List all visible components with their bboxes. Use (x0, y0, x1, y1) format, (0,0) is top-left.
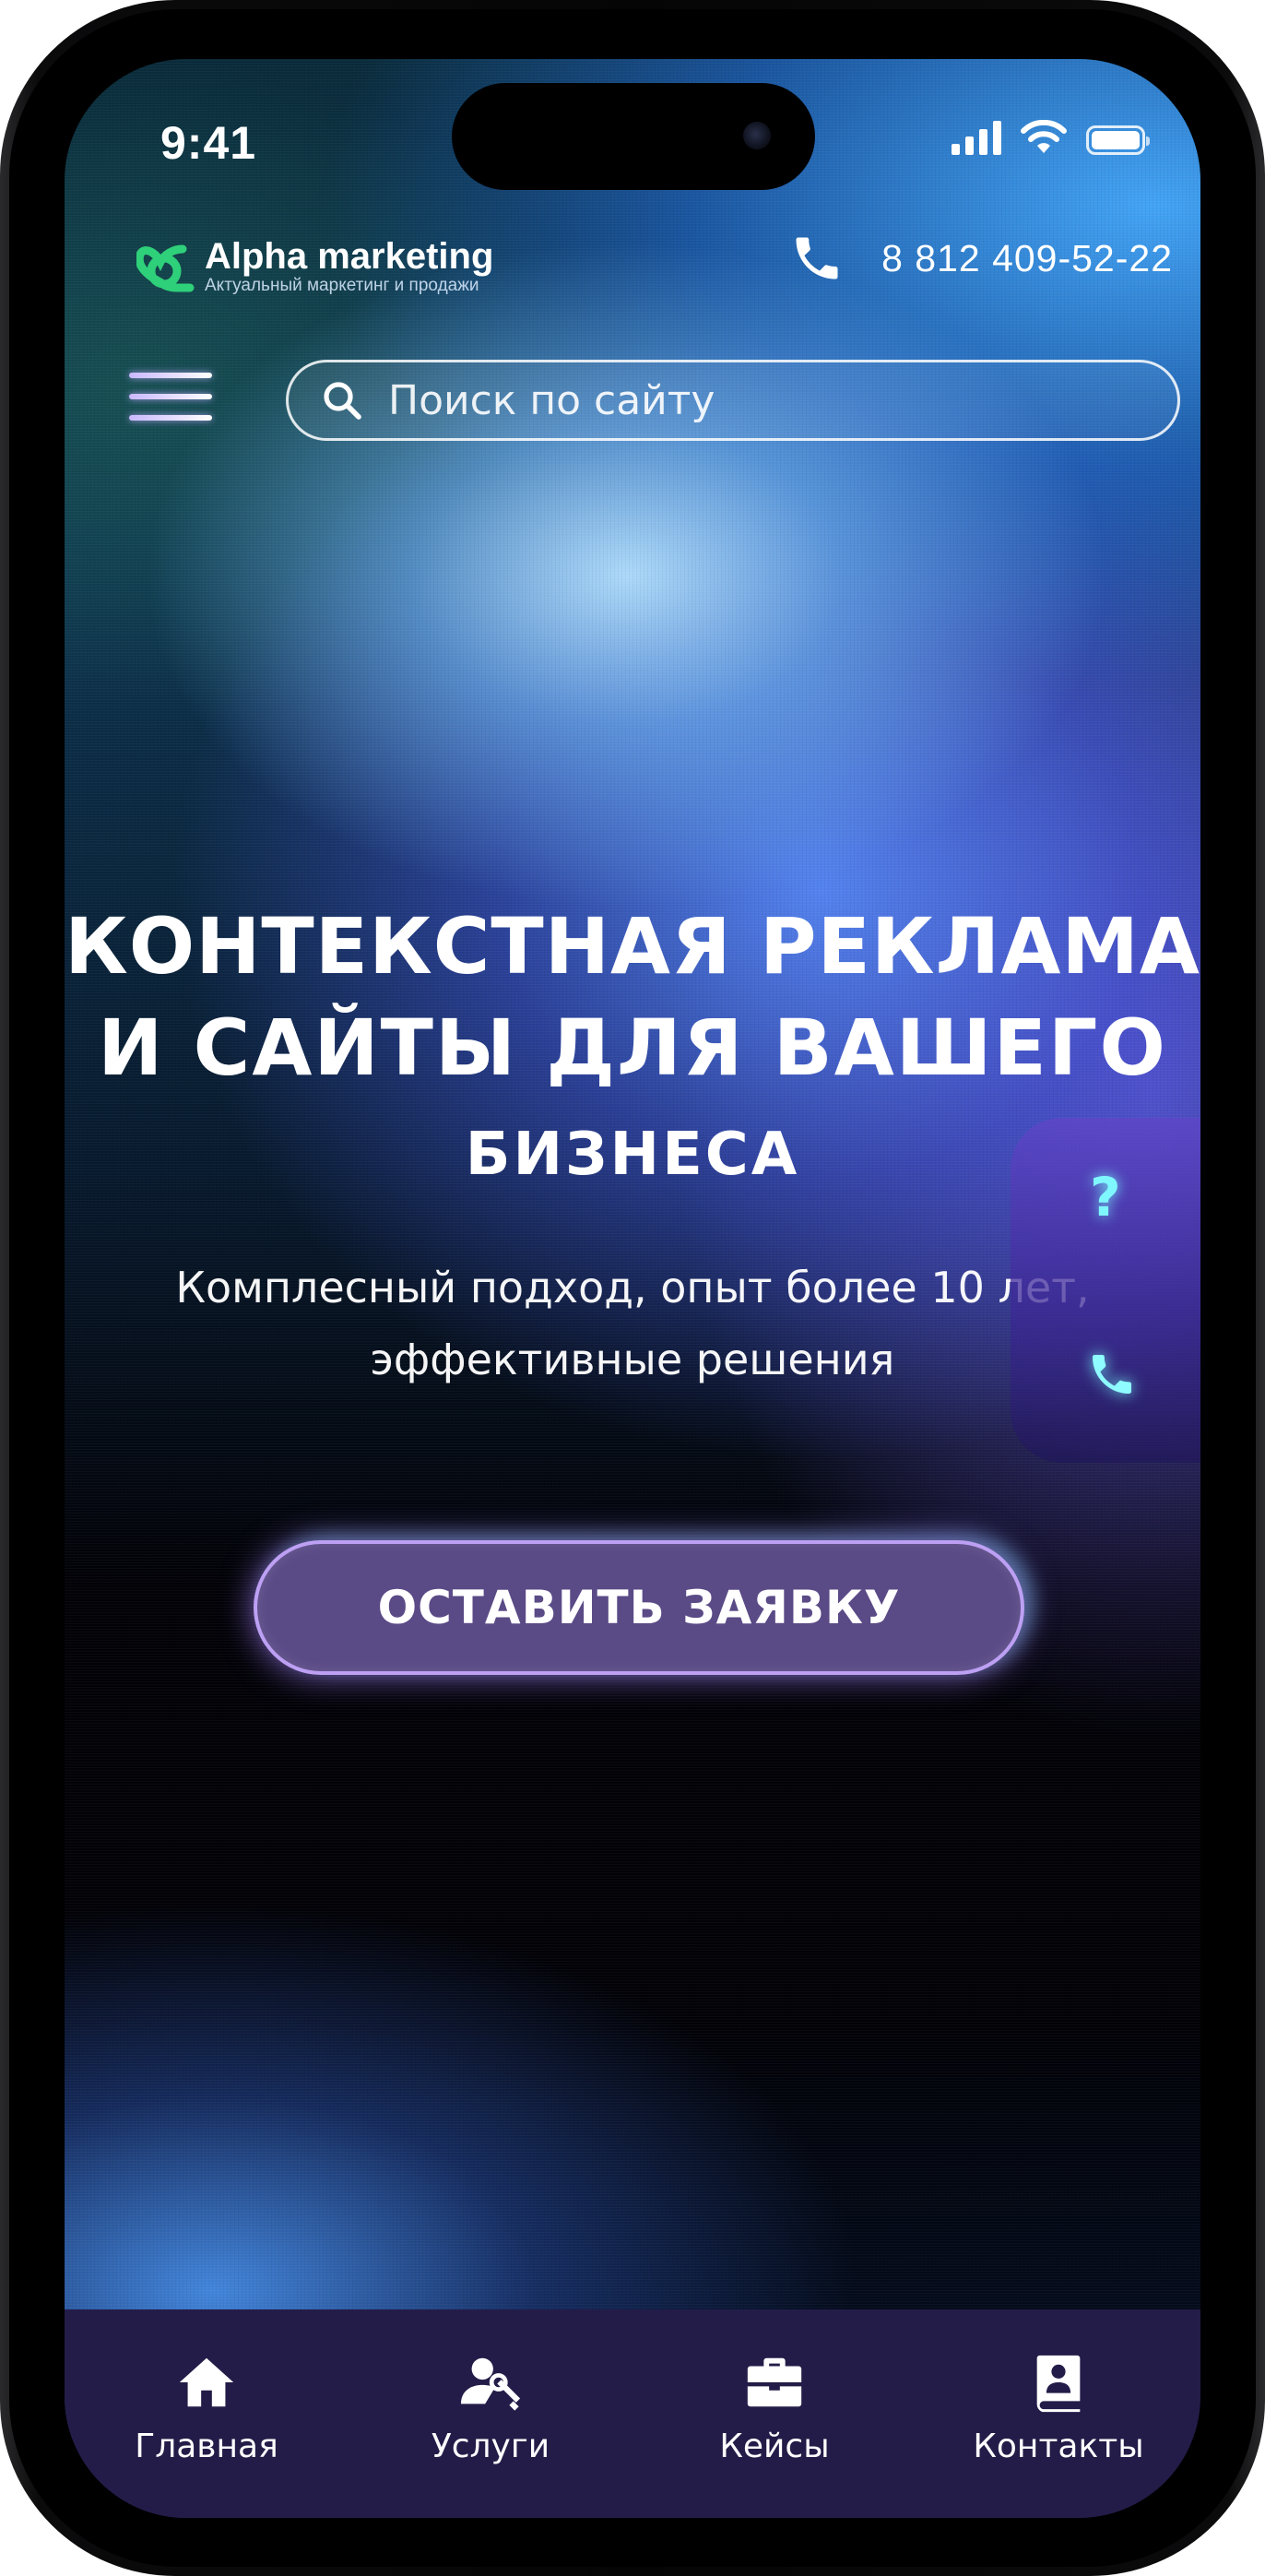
question-icon[interactable]: ? (1090, 1166, 1121, 1229)
hero-title-line-1: КОНТЕКСТНАЯ РЕКЛАМА (65, 901, 1200, 991)
call-icon[interactable] (1086, 1348, 1138, 1400)
leave-request-button[interactable]: ОСТАВИТЬ ЗАЯВКУ (254, 1540, 1024, 1675)
side-contact-widget: ? (1011, 1118, 1200, 1463)
logo-alpha-icon (136, 244, 195, 292)
search-icon (324, 382, 361, 420)
hero-title-line-2: И САЙТЫ ДЛЯ ВАШЕГО (98, 1003, 1167, 1093)
nav-label-cases: Кейсы (719, 2428, 830, 2465)
header-phone-link[interactable]: 8 812 409-52-22 (789, 231, 1173, 286)
screen: 9:41 Alpha marketing Актуальный маркетин… (65, 59, 1200, 2518)
nav-label-contacts: Контакты (973, 2428, 1144, 2465)
signal-icon (952, 120, 1001, 155)
nav-item-services[interactable]: Услуги (349, 2309, 632, 2518)
bottom-navigation: Главная Услуги Кейсы Контакты (65, 2309, 1200, 2518)
camera-icon (743, 122, 771, 149)
phone-icon (796, 237, 838, 279)
nav-item-home[interactable]: Главная (65, 2309, 349, 2518)
battery-icon (1086, 125, 1150, 155)
user-wrench-icon (460, 2357, 521, 2411)
status-icons (952, 120, 1150, 155)
dynamic-island (452, 83, 815, 190)
nav-item-contacts[interactable]: Контакты (916, 2309, 1200, 2518)
phone-frame: 9:41 Alpha marketing Актуальный маркетин… (0, 0, 1265, 2576)
contact-book-icon (1036, 2355, 1081, 2413)
briefcase-icon (747, 2357, 802, 2407)
logo-tagline: Актуальный маркетинг и продажи (205, 276, 479, 295)
nav-item-cases[interactable]: Кейсы (632, 2309, 916, 2518)
logo[interactable]: Alpha marketing Актуальный маркетинг и п… (136, 234, 493, 299)
search-input[interactable] (386, 375, 1146, 425)
wifi-icon (1021, 120, 1067, 153)
menu-burger-icon[interactable] (129, 373, 212, 432)
phone-number: 8 812 409-52-22 (881, 236, 1173, 279)
logo-name: Alpha marketing (205, 236, 494, 277)
home-icon (179, 2357, 234, 2407)
nav-label-home: Главная (135, 2428, 278, 2465)
status-time: 9:41 (160, 117, 257, 169)
search-bar[interactable] (286, 360, 1180, 441)
nav-label-services: Услуги (431, 2428, 550, 2465)
